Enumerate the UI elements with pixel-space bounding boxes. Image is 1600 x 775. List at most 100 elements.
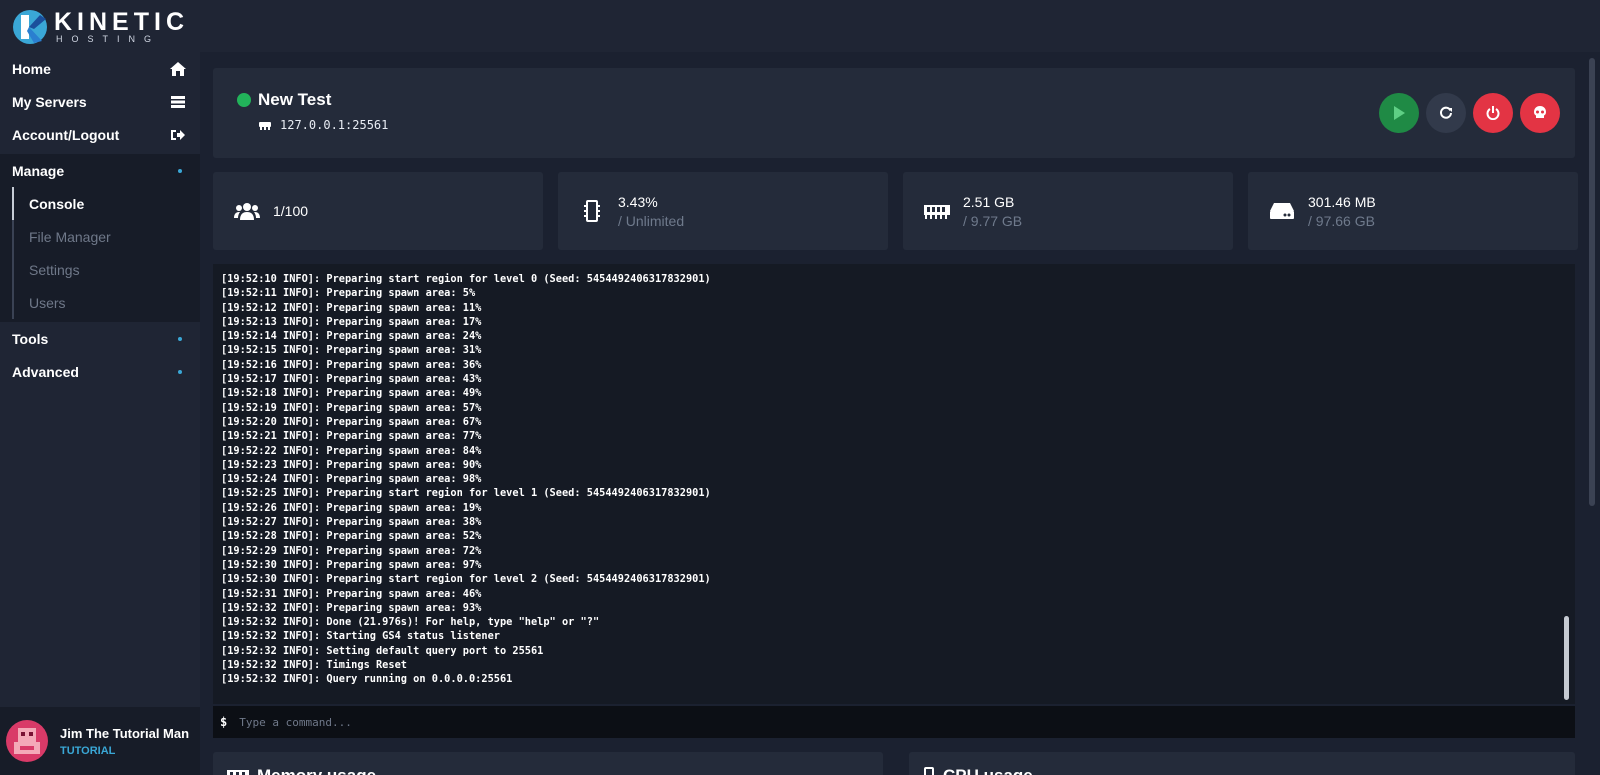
disk-value: 301.46 MB xyxy=(1308,193,1376,210)
nav-tools[interactable]: Tools xyxy=(0,322,200,355)
nav-tools-label: Tools xyxy=(12,330,49,347)
power-icon xyxy=(1486,106,1500,120)
manage-group: Manage Console File Manager Settings Use… xyxy=(0,154,200,322)
nav-console[interactable]: Console xyxy=(12,187,200,220)
nav-settings[interactable]: Settings xyxy=(12,253,200,286)
nav-advanced-label: Advanced xyxy=(12,363,79,380)
nav-home[interactable]: Home xyxy=(0,52,200,85)
hard-drive-icon xyxy=(1268,202,1296,220)
sidebar: KINETIC HOSTING Home My Servers Account/… xyxy=(0,0,200,775)
expand-dot-icon xyxy=(178,168,182,173)
cpu-chip-icon xyxy=(923,767,935,775)
play-icon xyxy=(1394,106,1405,120)
brand-logo[interactable]: KINETIC HOSTING xyxy=(12,8,192,46)
console-line: [19:52:29 INFO]: Preparing spawn area: 7… xyxy=(221,544,482,557)
expand-dot-icon xyxy=(178,336,182,341)
memory-icon xyxy=(923,203,951,219)
command-prompt: $ xyxy=(220,715,228,729)
nav-my-servers-label: My Servers xyxy=(12,93,87,110)
logout-icon xyxy=(170,127,186,143)
console-line: [19:52:21 INFO]: Preparing spawn area: 7… xyxy=(221,430,482,443)
memory-usage-card: Memory usage xyxy=(213,752,883,775)
cpu-limit: / Unlimited xyxy=(618,212,685,229)
cpu-stat-card: 3.43% / Unlimited xyxy=(558,172,888,250)
cpu-chip-icon xyxy=(578,200,606,222)
console-line: [19:52:30 INFO]: Preparing start region … xyxy=(221,573,711,586)
cpu-usage-title: CPU usage xyxy=(943,766,1033,775)
nav-users[interactable]: Users xyxy=(12,286,200,319)
page-scrollbar-thumb[interactable] xyxy=(1589,58,1595,506)
console-line: [19:52:22 INFO]: Preparing spawn area: 8… xyxy=(221,444,482,457)
memory-limit: / 9.77 GB xyxy=(963,212,1023,229)
user-role: TUTORIAL xyxy=(60,744,116,757)
console-line: [19:52:25 INFO]: Preparing start region … xyxy=(221,487,711,500)
user-name: Jim The Tutorial Man xyxy=(60,725,190,741)
nav-file-manager[interactable]: File Manager xyxy=(12,220,200,253)
nav-my-servers[interactable]: My Servers xyxy=(0,85,200,118)
console-line: [19:52:10 INFO]: Preparing start region … xyxy=(221,273,711,285)
server-list-icon xyxy=(170,94,186,110)
console-line: [19:52:28 INFO]: Preparing spawn area: 5… xyxy=(221,530,482,543)
home-icon xyxy=(170,61,186,77)
console-line: [19:52:27 INFO]: Preparing spawn area: 3… xyxy=(221,516,482,529)
kill-button[interactable] xyxy=(1520,93,1560,133)
console-line: [19:52:23 INFO]: Preparing spawn area: 9… xyxy=(221,458,482,471)
command-bar: $ xyxy=(213,706,1575,738)
server-name: New Test xyxy=(258,90,332,109)
nav-manage[interactable]: Manage xyxy=(0,154,200,187)
users-icon xyxy=(233,202,261,220)
console-line: [19:52:19 INFO]: Preparing spawn area: 5… xyxy=(221,401,482,414)
user-profile[interactable]: Jim The Tutorial Man TUTORIAL xyxy=(0,707,200,775)
console-line: [19:52:16 INFO]: Preparing spawn area: 3… xyxy=(221,358,482,371)
kinetic-logo-icon xyxy=(12,9,48,45)
console-line: [19:52:13 INFO]: Preparing spawn area: 1… xyxy=(221,315,482,328)
console-line: [19:52:18 INFO]: Preparing spawn area: 4… xyxy=(221,387,482,400)
expand-dot-icon xyxy=(178,369,182,374)
server-header-card: New Test 127.0.0.1:25561 xyxy=(213,68,1575,158)
console-line: [19:52:32 INFO]: Timings Reset xyxy=(221,659,407,672)
console-line: [19:52:17 INFO]: Preparing spawn area: 4… xyxy=(221,373,482,386)
cpu-value: 3.43% xyxy=(618,193,658,210)
memory-value: 2.51 GB xyxy=(963,193,1015,210)
console-line: [19:52:31 INFO]: Preparing spawn area: 4… xyxy=(221,587,482,600)
console-line: [19:52:26 INFO]: Preparing spawn area: 1… xyxy=(221,501,482,514)
players-stat-card: 1/100 xyxy=(213,172,543,250)
memory-icon xyxy=(227,769,249,775)
brand-name: KINETIC xyxy=(54,8,189,36)
console-line: [19:52:12 INFO]: Preparing spawn area: 1… xyxy=(221,301,482,314)
nav-account-logout[interactable]: Account/Logout xyxy=(0,118,200,151)
nav-manage-label: Manage xyxy=(12,162,65,179)
memory-usage-title: Memory usage xyxy=(257,766,376,775)
command-input[interactable] xyxy=(239,708,1575,736)
console-line: [19:52:11 INFO]: Preparing spawn area: 5… xyxy=(221,287,476,300)
console-line: [19:52:15 INFO]: Preparing spawn area: 3… xyxy=(221,344,482,357)
restart-icon xyxy=(1440,106,1452,119)
console-line: [19:52:32 INFO]: Query running on 0.0.0.… xyxy=(221,673,513,686)
console-line: [19:52:14 INFO]: Preparing spawn area: 2… xyxy=(221,330,482,343)
nav-advanced[interactable]: Advanced xyxy=(0,355,200,388)
online-status-dot xyxy=(237,93,251,107)
nav-home-label: Home xyxy=(12,60,51,77)
avatar xyxy=(6,720,48,762)
players-value: 1/100 xyxy=(273,203,309,219)
app-root: KINETIC HOSTING Home My Servers Account/… xyxy=(0,0,1600,775)
console-line: [19:52:32 INFO]: Preparing spawn area: 9… xyxy=(221,601,482,614)
nav-account-label: Account/Logout xyxy=(12,126,120,143)
disk-stat-card: 301.46 MB / 97.66 GB xyxy=(1248,172,1578,250)
disk-limit: / 97.66 GB xyxy=(1308,212,1375,229)
stop-button[interactable] xyxy=(1473,93,1513,133)
network-icon xyxy=(258,120,272,130)
console-scrollbar[interactable] xyxy=(1564,616,1569,700)
console-lines: [19:52:10 INFO]: Preparing start region … xyxy=(221,272,1521,687)
memory-stat-card: 2.51 GB / 9.77 GB xyxy=(903,172,1233,250)
console-line: [19:52:20 INFO]: Preparing spawn area: 6… xyxy=(221,415,482,428)
console-line: [19:52:32 INFO]: Done (21.976s)! For hel… xyxy=(221,616,600,629)
console-line: [19:52:30 INFO]: Preparing spawn area: 9… xyxy=(221,558,482,571)
top-bar xyxy=(200,0,1600,52)
cpu-usage-card: CPU usage xyxy=(909,752,1575,775)
skull-icon xyxy=(1534,106,1546,118)
restart-button[interactable] xyxy=(1426,93,1466,133)
start-button[interactable] xyxy=(1379,93,1419,133)
server-address[interactable]: 127.0.0.1:25561 xyxy=(280,118,388,132)
console-output[interactable]: [19:52:10 INFO]: Preparing start region … xyxy=(213,264,1575,704)
